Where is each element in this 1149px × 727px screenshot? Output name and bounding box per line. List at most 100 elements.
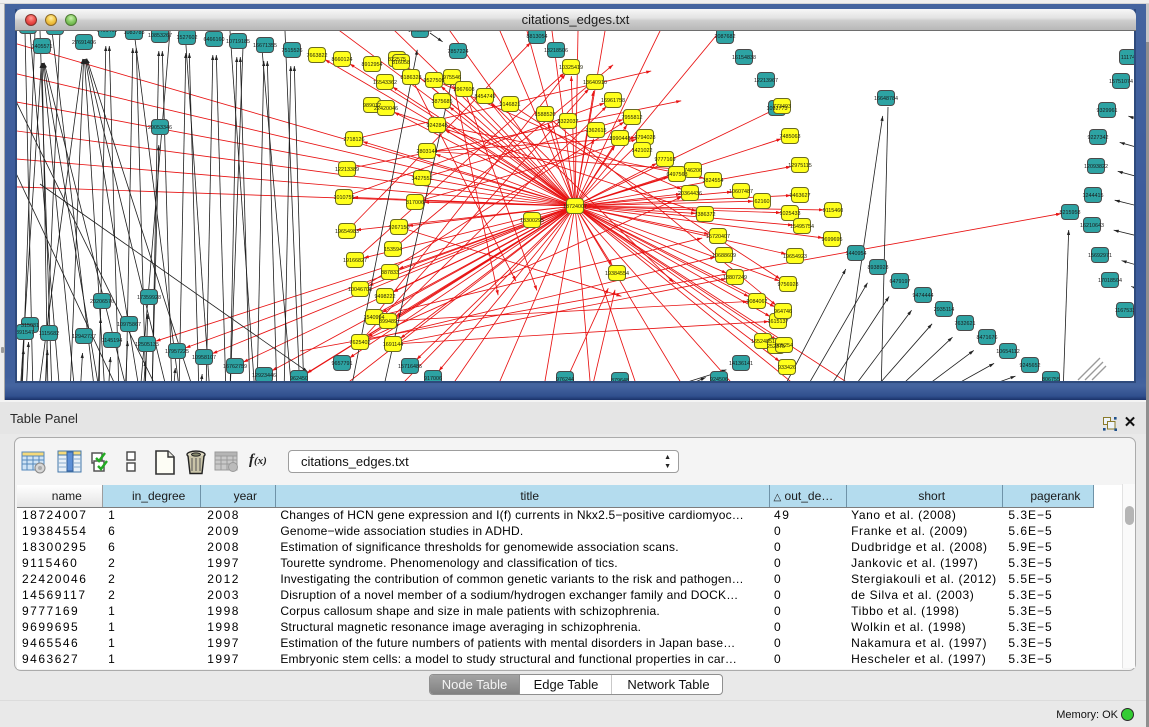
svg-text:18300295: 18300295 (520, 218, 544, 224)
svg-text:3824554: 3824554 (703, 178, 724, 184)
svg-text:8938928: 8938928 (868, 265, 889, 271)
svg-text:1421022: 1421022 (632, 148, 653, 154)
svg-text:7955812: 7955812 (622, 115, 643, 121)
svg-text:9657791: 9657791 (332, 361, 353, 367)
svg-text:1527602: 1527602 (177, 35, 198, 41)
svg-text:9242848: 9242848 (427, 123, 448, 129)
svg-text:773493: 773493 (773, 104, 791, 110)
svg-text:10958107: 10958107 (192, 355, 216, 361)
svg-text:1362615: 1362615 (586, 128, 607, 134)
svg-text:10719185: 10719185 (226, 39, 250, 45)
svg-text:962450: 962450 (290, 376, 308, 381)
svg-text:10975867: 10975867 (117, 322, 141, 328)
svg-text:16154838: 16154838 (732, 55, 756, 61)
svg-text:19384554: 19384554 (605, 271, 629, 277)
svg-text:317006: 317006 (406, 200, 424, 206)
svg-text:12093822: 12093822 (1084, 164, 1108, 170)
svg-text:10853267: 10853267 (148, 33, 172, 39)
svg-text:1025433: 1025433 (780, 211, 801, 217)
svg-text:10046708: 10046708 (348, 287, 372, 293)
svg-text:12975115: 12975115 (788, 163, 812, 169)
svg-text:1588520: 1588520 (535, 112, 556, 118)
svg-text:10654112: 10654112 (996, 349, 1020, 355)
svg-text:6794028: 6794028 (635, 135, 656, 141)
svg-text:10607487: 10607487 (729, 189, 753, 195)
svg-text:17359928: 17359928 (137, 295, 161, 301)
svg-text:9463627: 9463627 (790, 193, 811, 199)
svg-text:391547: 391547 (17, 330, 34, 336)
svg-text:18724007: 18724007 (563, 204, 587, 210)
svg-text:7515526: 7515526 (282, 48, 303, 54)
svg-text:917006: 917006 (424, 376, 442, 381)
svg-text:9474444: 9474444 (913, 293, 934, 299)
svg-text:8471676: 8471676 (977, 335, 998, 341)
svg-text:746206: 746206 (684, 168, 702, 174)
svg-text:8215958: 8215958 (1060, 210, 1081, 216)
svg-text:20364436: 20364436 (678, 191, 702, 197)
svg-text:975546: 975546 (443, 75, 461, 81)
svg-text:2967608: 2967608 (454, 87, 475, 93)
svg-text:9527505: 9527505 (424, 78, 445, 84)
svg-text:933426: 933426 (778, 365, 796, 371)
svg-text:899489: 899489 (379, 319, 397, 325)
svg-text:15495754: 15495754 (790, 224, 814, 230)
svg-text:12213389: 12213389 (335, 167, 359, 173)
svg-text:1115682: 1115682 (39, 331, 59, 337)
svg-text:3427552: 3427552 (412, 176, 433, 182)
svg-text:153594: 153594 (384, 247, 402, 253)
svg-text:15751074: 15751074 (1109, 79, 1133, 85)
svg-text:16543362: 16543362 (373, 80, 397, 86)
svg-text:12213967: 12213967 (754, 78, 778, 84)
svg-text:2803144: 2803144 (417, 149, 438, 155)
svg-text:16671355: 16671355 (253, 43, 277, 49)
svg-text:9267150: 9267150 (389, 225, 410, 231)
svg-text:8186328: 8186328 (401, 75, 422, 81)
svg-text:16210643: 16210643 (1080, 223, 1104, 229)
svg-text:806755: 806755 (1042, 377, 1060, 381)
svg-text:15720407: 15720407 (706, 234, 730, 240)
svg-text:9777169: 9777169 (655, 157, 676, 163)
svg-text:1083783: 1083783 (124, 31, 145, 36)
svg-text:9245652: 9245652 (1020, 363, 1041, 369)
svg-text:13218506: 13218506 (544, 48, 568, 54)
svg-text:12505135: 12505135 (135, 342, 159, 348)
svg-text:9115460: 9115460 (823, 208, 844, 214)
svg-text:11174: 11174 (1121, 55, 1134, 61)
svg-text:7857224: 7857224 (448, 49, 469, 55)
svg-text:12923446: 12923446 (252, 373, 276, 379)
svg-text:887833: 887833 (381, 270, 399, 276)
svg-text:7663822: 7663822 (307, 53, 328, 59)
svg-text:9756928: 9756928 (778, 282, 799, 288)
svg-text:8912954: 8912954 (362, 62, 383, 68)
svg-text:17018504: 17018504 (1098, 278, 1122, 284)
svg-text:16961758: 16961758 (601, 98, 625, 104)
svg-text:3875685: 3875685 (432, 99, 453, 105)
svg-text:1615137: 1615137 (768, 319, 789, 325)
svg-text:13640910: 13640910 (583, 80, 607, 86)
svg-text:9146821: 9146821 (500, 102, 521, 108)
svg-text:1167533: 1167533 (1115, 308, 1134, 314)
svg-text:17957225: 17957225 (165, 349, 189, 355)
svg-text:9084067: 9084067 (747, 299, 768, 305)
svg-text:924506: 924506 (710, 377, 728, 381)
svg-text:7625402: 7625402 (350, 340, 371, 346)
svg-text:16762759: 16762759 (223, 364, 247, 370)
svg-text:10688609: 10688609 (712, 253, 736, 259)
svg-text:6479197: 6479197 (890, 279, 911, 285)
svg-text:9699695: 9699695 (822, 237, 843, 243)
svg-text:12942737: 12942737 (72, 334, 96, 340)
svg-text:15692971: 15692971 (1088, 253, 1112, 259)
svg-text:6466160: 6466160 (204, 37, 225, 43)
svg-text:16033809: 16033809 (408, 31, 432, 34)
svg-text:905254: 905254 (775, 343, 793, 349)
svg-text:7386372: 7386372 (695, 212, 716, 218)
svg-text:16648784: 16648784 (874, 96, 898, 102)
svg-text:19654983: 19654983 (335, 229, 359, 235)
svg-text:22420046: 22420046 (374, 106, 398, 112)
svg-text:6461469: 6461469 (97, 31, 118, 34)
svg-text:1691144: 1691144 (383, 342, 404, 348)
svg-text:315081: 315081 (21, 323, 39, 329)
svg-text:2087682: 2087682 (715, 34, 736, 40)
svg-text:816058: 816058 (392, 60, 410, 66)
svg-text:19654923: 19654923 (783, 254, 807, 260)
